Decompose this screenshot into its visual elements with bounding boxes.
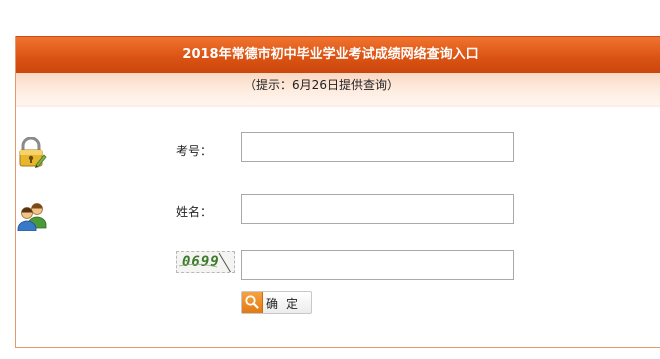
hint-divider bbox=[16, 105, 660, 108]
exam-number-input[interactable] bbox=[241, 132, 514, 162]
submit-label: 确定 bbox=[266, 297, 307, 311]
captcha-noise bbox=[178, 252, 231, 272]
lock-icon bbox=[17, 136, 47, 172]
captcha-input[interactable] bbox=[241, 250, 514, 280]
exam-number-label: 考号： bbox=[176, 144, 213, 158]
query-panel: 2018年常德市初中毕业学业考试成绩网络查询入口 （提示：6月26日提供查询） … bbox=[15, 36, 660, 348]
magnifier-icon bbox=[242, 292, 263, 313]
users-icon bbox=[16, 201, 48, 234]
name-input[interactable] bbox=[241, 194, 514, 224]
submit-button[interactable]: 确定 bbox=[241, 291, 312, 314]
name-label: 姓名： bbox=[176, 205, 213, 219]
hint-text: （提示：6月26日提供查询） bbox=[16, 73, 660, 105]
captcha-image[interactable]: 0699 bbox=[176, 251, 235, 273]
page-title: 2018年常德市初中毕业学业考试成绩网络查询入口 bbox=[16, 36, 660, 73]
